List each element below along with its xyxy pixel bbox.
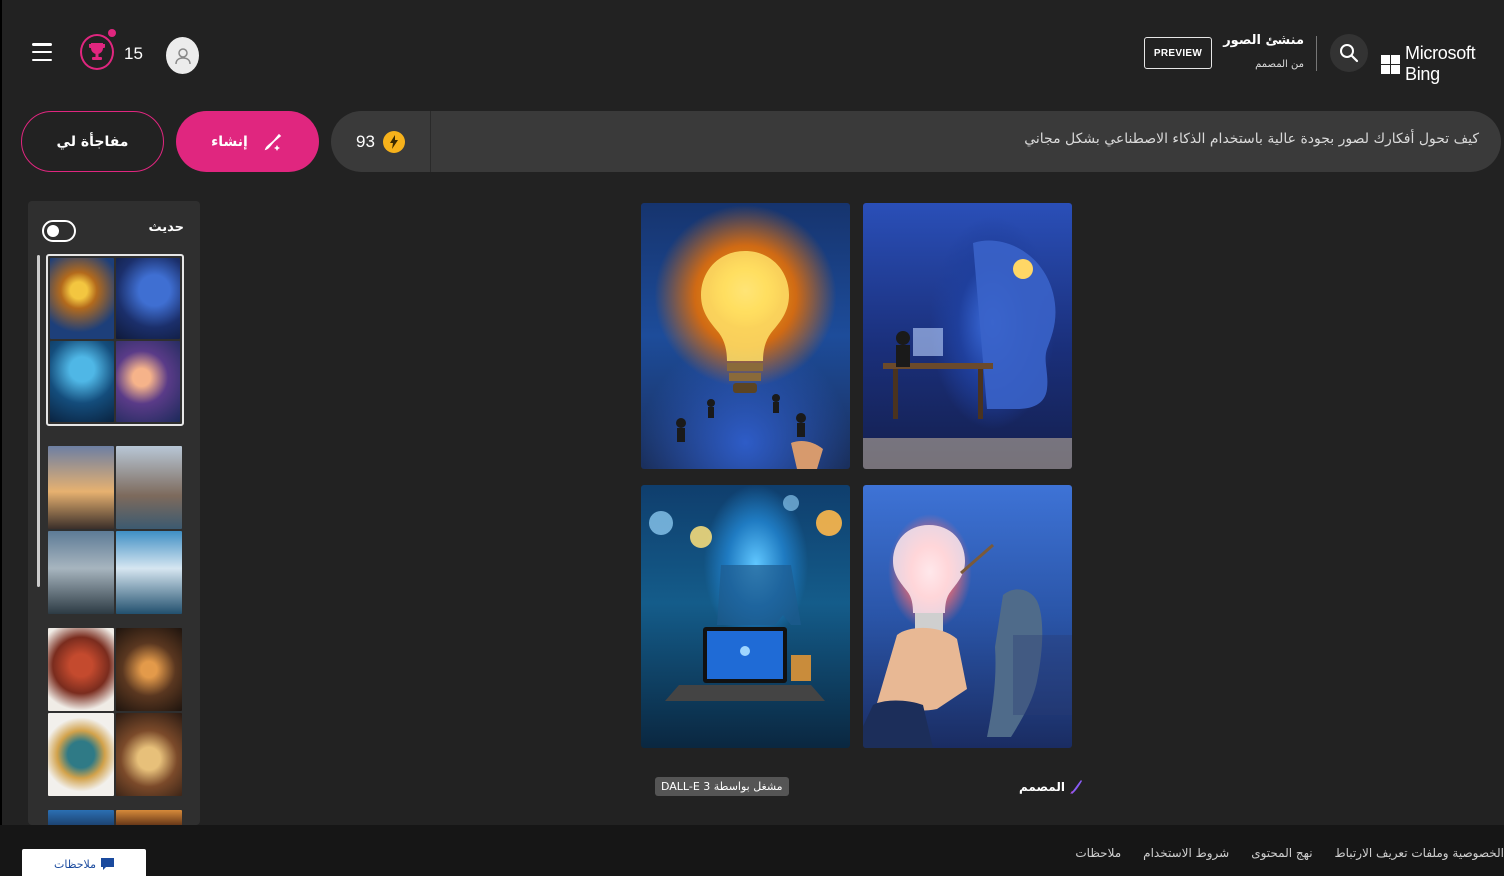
recent-sidebar: حديث [28, 201, 200, 825]
rewards-trophy-icon[interactable] [80, 34, 114, 70]
footer-link-content-policy[interactable]: نهج المحتوى [1251, 846, 1312, 860]
app-subtitle: من المصمم [1255, 59, 1304, 70]
header-divider [1316, 36, 1317, 71]
brush-sparkle-icon [264, 133, 282, 151]
bing-logo[interactable]: Microsoft Bing [1381, 43, 1504, 85]
recent-set-4[interactable] [46, 808, 184, 825]
hands-lightbulb-illustration [863, 525, 1072, 748]
recent-toggle[interactable] [42, 220, 76, 242]
laptop-brain-illustration [649, 495, 842, 701]
recent-thumbnail [116, 531, 182, 614]
create-label: إنشاء [211, 133, 248, 150]
generated-image-1[interactable] [641, 203, 850, 469]
recent-set-2[interactable] [46, 444, 184, 616]
footer-link-privacy[interactable]: الخصوصية وملفات تعريف الارتباط [1335, 846, 1504, 860]
designer-label: المصمم [1019, 780, 1065, 794]
footer-link-terms[interactable]: شروط الاستخدام [1143, 846, 1229, 860]
footer-link-feedback[interactable]: ملاحظات [1075, 846, 1121, 860]
recent-thumbnail [50, 341, 114, 422]
feedback-label: ملاحظات [54, 857, 96, 871]
feedback-chat-icon [101, 858, 114, 870]
recent-thumbnail [116, 713, 182, 796]
surprise-me-button[interactable]: مفاجأة لي [21, 111, 164, 172]
preview-badge[interactable]: PREVIEW [1144, 37, 1212, 69]
recent-label: حديث [148, 220, 184, 235]
create-button[interactable]: إنشاء [176, 111, 319, 172]
boosts-counter[interactable]: 93 [331, 111, 431, 172]
recent-thumbnail [116, 446, 182, 529]
brand-name: Microsoft Bing [1405, 43, 1476, 84]
recent-set-1[interactable] [46, 254, 184, 426]
user-avatar[interactable] [166, 37, 199, 74]
recent-thumbnail [50, 258, 114, 339]
recent-thumbnail [48, 628, 114, 711]
footer-links: الخصوصية وملفات تعريف الارتباط نهج المحت… [1075, 846, 1504, 860]
recent-thumbnail [116, 628, 182, 711]
powered-by-badge: مشغل بواسطة DALL-E 3 [655, 777, 789, 796]
rewards-points: 15 [124, 44, 143, 63]
prompt-text: كيف تحول أفكارك لصور بجودة عالية باستخدا… [1024, 131, 1479, 147]
designer-credit[interactable]: المصمم [1019, 779, 1083, 795]
notification-dot [108, 29, 116, 37]
recent-thumbnail [116, 810, 182, 825]
sidebar-scrollbar[interactable] [37, 255, 40, 587]
recent-thumbnail [48, 810, 114, 825]
lightbulb-illustration [676, 251, 823, 469]
generated-image-4[interactable] [863, 485, 1072, 748]
recent-thumbnail [48, 713, 114, 796]
recent-thumbnail [116, 258, 180, 339]
boosts-count: 93 [356, 131, 375, 151]
top-bar: 15 PREVIEW منشئ الصور من المصمم Microsof… [0, 0, 1504, 105]
designer-logo-icon [1069, 780, 1082, 794]
generated-image-3[interactable] [641, 485, 850, 748]
generated-image-2[interactable] [863, 203, 1072, 469]
microsoft-logo-icon [1381, 54, 1400, 74]
recent-thumbnail [48, 446, 114, 529]
recent-thumbnail [48, 531, 114, 614]
window-edge [0, 0, 2, 876]
recent-set-3[interactable] [46, 626, 184, 798]
menu-icon[interactable] [32, 43, 52, 61]
search-icon[interactable] [1330, 34, 1368, 72]
boost-coin-icon [382, 130, 405, 153]
ai-head-illustration [863, 240, 1072, 469]
prompt-input[interactable]: 93 كيف تحول أفكارك لصور بجودة عالية باست… [331, 111, 1501, 172]
app-title: منشئ الصور [1223, 33, 1304, 48]
recent-thumbnail [116, 341, 180, 422]
feedback-button[interactable]: ملاحظات [22, 849, 146, 876]
